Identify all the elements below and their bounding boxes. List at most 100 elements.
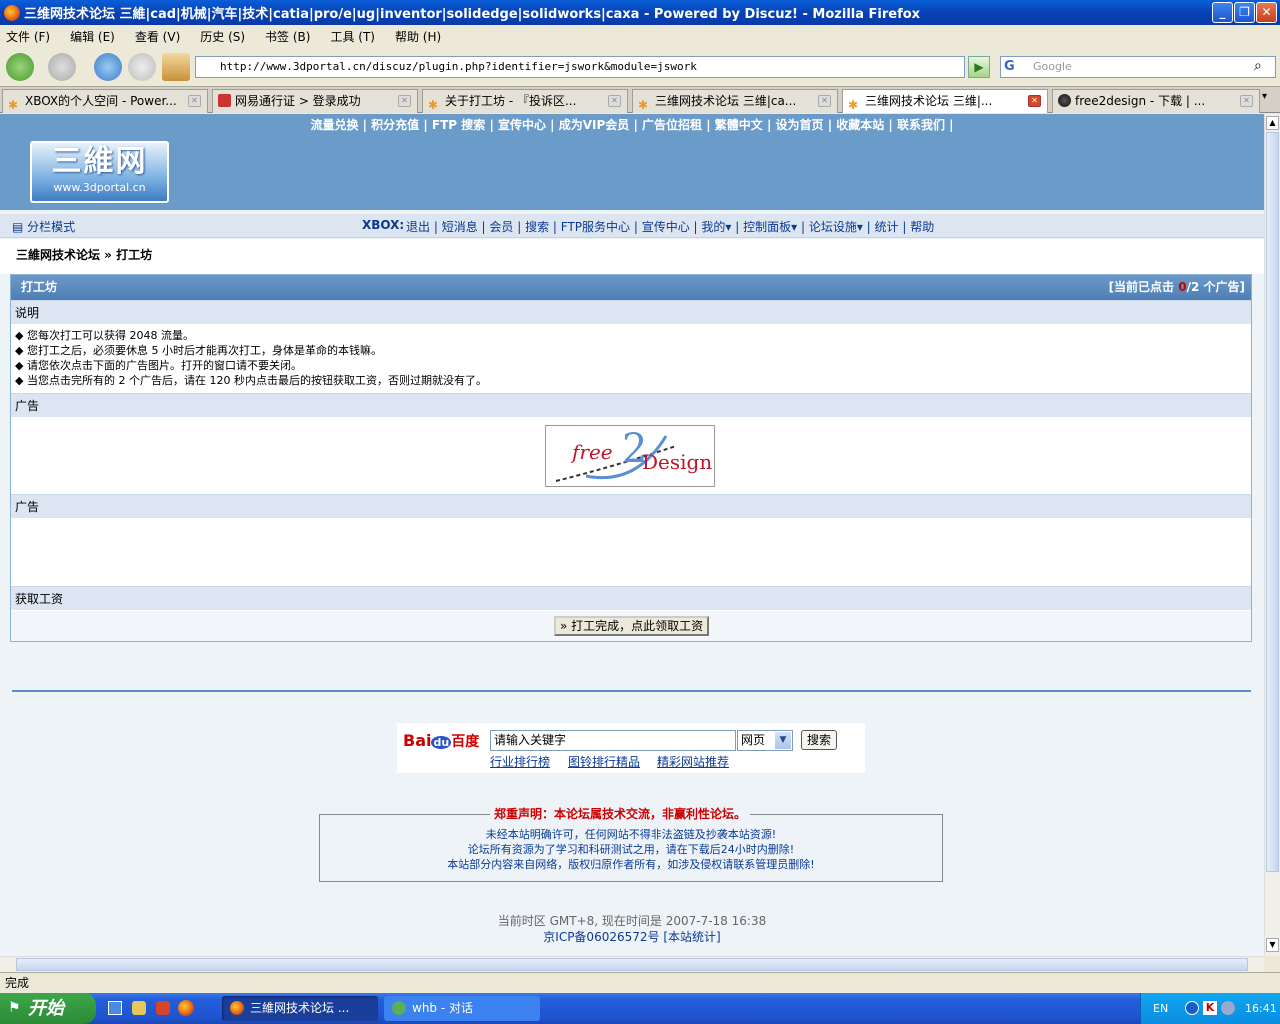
forward-button[interactable] bbox=[48, 53, 76, 81]
minimize-button[interactable]: _ bbox=[1212, 2, 1233, 23]
tab-2[interactable]: 网易通行证 > 登录成功 ✕ bbox=[212, 89, 418, 113]
windows-taskbar: ⚑ 开始 三維网技术论坛 ... whb - 对话 EN K 16:41 bbox=[0, 993, 1280, 1024]
panel-title: 打工坊 [当前已点击 0/2 个广告] bbox=[11, 275, 1251, 300]
disclaimer-line: 论坛所有资源为了学习和科研测试之用，请在下载后24小时内删除! bbox=[467, 843, 795, 856]
language-indicator[interactable]: EN bbox=[1153, 993, 1168, 1024]
jswork-panel: 打工坊 [当前已点击 0/2 个广告] 说明 ◆ 您每次打工可以获得 2048 … bbox=[10, 274, 1252, 642]
chevron-down-icon[interactable]: ▼ bbox=[775, 732, 791, 749]
menu-help[interactable]: 帮助 (H) bbox=[395, 28, 441, 45]
nav-logout[interactable]: 退出 bbox=[406, 220, 430, 234]
quicklaunch-icon[interactable] bbox=[132, 1001, 146, 1015]
disclaimer-title: 郑重声明：本论坛属技术交流，非赢利性论坛。 bbox=[490, 807, 751, 822]
breadcrumb-bar bbox=[0, 239, 1264, 274]
google-icon[interactable]: G bbox=[1004, 59, 1020, 75]
rule-item: ◆ 当您点击完所有的 2 个广告后，请在 120 秒内点击最后的按钮获取工资，否… bbox=[15, 374, 487, 387]
baidu-link-industry[interactable]: 行业排行榜 bbox=[490, 753, 550, 770]
click-counter: [当前已点击 0/2 个广告] bbox=[1108, 280, 1245, 294]
back-button[interactable] bbox=[6, 53, 34, 81]
tab-close-icon[interactable]: ✕ bbox=[818, 95, 831, 107]
nav-mine[interactable]: 我的 bbox=[701, 220, 725, 234]
tab-1[interactable]: ✱ XBOX的个人空间 - Power... ✕ bbox=[2, 89, 208, 113]
scroll-down-icon[interactable]: ▼ bbox=[1266, 938, 1279, 952]
tray-arrow-icon[interactable] bbox=[1185, 1001, 1199, 1015]
tray-user-icon[interactable] bbox=[1221, 1001, 1235, 1015]
window-titlebar[interactable]: 三维网技术论坛 三維|cad|机械|汽车|技术|catia|pro/e|ug|i… bbox=[0, 0, 1280, 25]
tab-close-icon[interactable]: ✕ bbox=[608, 95, 621, 107]
search-input[interactable]: Google bbox=[1000, 56, 1276, 78]
home-icon[interactable] bbox=[162, 53, 190, 81]
claim-salary-button[interactable]: » 打工完成，点此领取工资 bbox=[554, 616, 710, 636]
close-button[interactable]: ✕ bbox=[1256, 2, 1277, 23]
maximize-button[interactable]: ❐ bbox=[1234, 2, 1255, 23]
baidu-link-ringtones[interactable]: 图铃排行精品 bbox=[568, 753, 640, 770]
firefox-icon[interactable] bbox=[178, 1000, 194, 1016]
breadcrumb[interactable]: 三維网技术论坛 » 打工坊 bbox=[16, 246, 152, 263]
menu-bookmarks[interactable]: 书签 (B) bbox=[265, 28, 310, 45]
status-bar: 完成 bbox=[0, 972, 1280, 992]
footer-time: 当前时区 GMT+8, 现在时间是 2007-7-18 16:38 bbox=[497, 914, 767, 928]
horizontal-scrollbar[interactable] bbox=[0, 956, 1264, 972]
split-mode-link[interactable]: ▤ 分栏模式 bbox=[12, 218, 75, 235]
section-description: 说明 bbox=[11, 300, 1251, 324]
tab-list-icon[interactable]: ▾ bbox=[1262, 91, 1267, 102]
magnifier-icon[interactable]: ⌕ bbox=[1254, 58, 1262, 74]
menu-tools[interactable]: 工具 (T) bbox=[330, 28, 375, 45]
baidu-search-button[interactable]: 搜索 bbox=[801, 730, 838, 750]
rule-item: ◆ 您每次打工可以获得 2048 流量。 bbox=[15, 329, 194, 342]
tab-close-icon[interactable]: ✕ bbox=[398, 95, 411, 107]
menu-edit[interactable]: 编辑 (E) bbox=[70, 28, 115, 45]
hscroll-thumb[interactable] bbox=[16, 958, 1248, 971]
tab-5-active[interactable]: ✱ 三维网技术论坛 三维|... ✕ bbox=[842, 89, 1048, 113]
tab-6[interactable]: free2design - 下载 | ... ✕ bbox=[1052, 89, 1260, 113]
nav-search[interactable]: 搜索 bbox=[525, 220, 549, 234]
tab-close-icon[interactable]: ✕ bbox=[1028, 95, 1041, 107]
clock[interactable]: 16:41 bbox=[1245, 993, 1277, 1024]
url-input[interactable]: http://www.3dportal.cn/discuz/plugin.php… bbox=[195, 56, 965, 78]
nav-help[interactable]: 帮助 bbox=[910, 220, 934, 234]
stop-button[interactable] bbox=[128, 53, 156, 81]
window-title: 三维网技术论坛 三維|cad|机械|汽车|技术|catia|pro/e|ug|i… bbox=[24, 7, 921, 22]
baidu-logo[interactable]: Bai du 百度 bbox=[403, 731, 479, 751]
quicklaunch-icon[interactable] bbox=[156, 1001, 170, 1015]
baidu-link-sites[interactable]: 精彩网站推荐 bbox=[657, 753, 729, 770]
disclaimer-box: 郑重声明：本论坛属技术交流，非赢利性论坛。 未经本站明确许可，任何网站不得非法盗… bbox=[319, 807, 943, 882]
site-logo[interactable]: 三維网 www.3dportal.cn bbox=[30, 141, 169, 203]
tab-close-icon[interactable]: ✕ bbox=[1240, 95, 1253, 107]
baidu-search-box: Bai du 百度 请输入关键字 网页 ▼ 搜索 行业排行榜 图铃排行精品 精彩网站推… bbox=[397, 723, 865, 773]
nav-facilities[interactable]: 论坛设施 bbox=[809, 220, 857, 234]
tray-app-icon[interactable]: K bbox=[1203, 1001, 1217, 1015]
footer-icp[interactable]: 京ICP备06026572号 [本站统计] bbox=[0, 928, 1264, 945]
nav-control-panel[interactable]: 控制面板 bbox=[743, 220, 791, 234]
taskbar-item-chat[interactable]: whb - 对话 bbox=[384, 996, 540, 1021]
section-ad-2: 广告 bbox=[11, 494, 1251, 518]
free2design-ad-banner[interactable]: free 2 Design bbox=[545, 425, 715, 487]
top-links[interactable]: 流量兑换 | 积分充值 | FTP 搜索 | 宣传中心 | 成为VIP会员 | … bbox=[0, 116, 1264, 133]
rules-list: ◆ 您每次打工可以获得 2048 流量。 ◆ 您打工之后，必须要休息 5 小时后… bbox=[15, 328, 1245, 388]
site-header: 流量兑换 | 积分充值 | FTP 搜索 | 宣传中心 | 成为VIP会员 | … bbox=[0, 114, 1264, 210]
nav-promo[interactable]: 宣传中心 bbox=[642, 220, 690, 234]
tab-strip: ✱ XBOX的个人空间 - Power... ✕ 网易通行证 > 登录成功 ✕ ✱ 关于… bbox=[0, 87, 1280, 113]
chat-icon bbox=[392, 1001, 406, 1015]
menu-view[interactable]: 查看 (V) bbox=[135, 28, 180, 45]
menu-file[interactable]: 文件 (F) bbox=[6, 28, 50, 45]
scroll-thumb[interactable] bbox=[1266, 132, 1279, 872]
taskbar-item-firefox[interactable]: 三維网技术论坛 ... bbox=[222, 996, 378, 1021]
nav-username: XBOX: bbox=[362, 218, 405, 232]
tab-close-icon[interactable]: ✕ bbox=[188, 95, 201, 107]
menu-history[interactable]: 历史 (S) bbox=[200, 28, 245, 45]
nav-messages[interactable]: 短消息 bbox=[442, 220, 478, 234]
scroll-up-icon[interactable]: ▲ bbox=[1266, 116, 1279, 130]
start-button[interactable]: ⚑ 开始 bbox=[0, 993, 96, 1024]
nav-ftp[interactable]: FTP服务中心 bbox=[561, 220, 630, 234]
tab-4[interactable]: ✱ 三维网技术论坛 三维|ca... ✕ bbox=[632, 89, 838, 113]
reload-button[interactable] bbox=[94, 53, 122, 81]
nav-stats[interactable]: 统计 bbox=[875, 220, 899, 234]
baidu-search-input[interactable]: 请输入关键字 bbox=[490, 730, 736, 751]
nav-members[interactable]: 会员 bbox=[489, 220, 513, 234]
tab-3[interactable]: ✱ 关于打工坊 - 『投诉区... ✕ bbox=[422, 89, 628, 113]
vertical-scrollbar[interactable]: ▲ ▼ bbox=[1264, 114, 1280, 956]
baidu-type-select[interactable]: 网页 ▼ bbox=[737, 730, 793, 751]
free2design-icon bbox=[1058, 94, 1071, 107]
show-desktop-icon[interactable] bbox=[108, 1001, 122, 1015]
go-button[interactable]: ▶ bbox=[968, 56, 990, 78]
